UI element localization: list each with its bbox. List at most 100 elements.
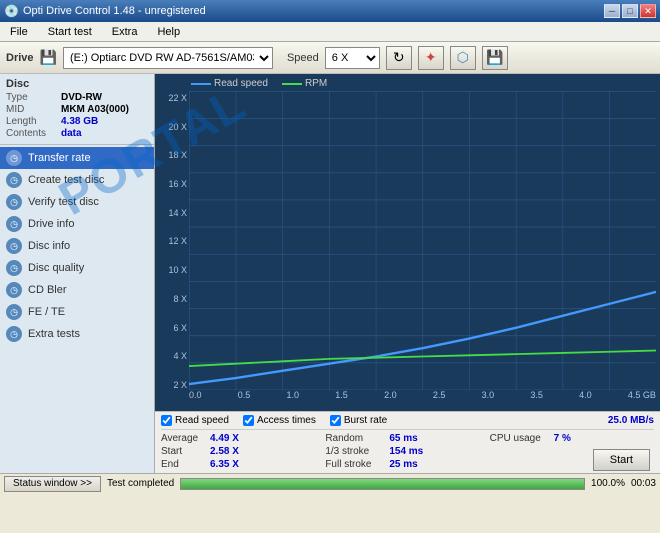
cb-read-speed-input[interactable] xyxy=(161,415,172,426)
x-axis: 0.0 0.5 1.0 1.5 2.0 2.5 3.0 3.5 4.0 4.5 … xyxy=(189,390,656,404)
x-label-40: 4.0 xyxy=(579,390,592,404)
y-label-16: 16 X xyxy=(168,179,187,189)
stats-area: Read speed Access times Burst rate 25.0 … xyxy=(155,411,660,473)
sidebar-item-drive-info[interactable]: ◷ Drive info xyxy=(0,213,154,235)
fe-te-label: FE / TE xyxy=(28,306,65,318)
disc-type-key: Type xyxy=(6,92,61,103)
speed-select[interactable]: 6 X xyxy=(325,47,380,69)
drive-label: Drive xyxy=(6,52,34,64)
status-bar: Status window >> Test completed 100.0% 0… xyxy=(0,473,660,493)
stat-13stroke: 1/3 stroke 154 ms xyxy=(325,445,489,458)
sidebar-item-disc-quality[interactable]: ◷ Disc quality xyxy=(0,257,154,279)
disc-info-panel: Disc Type DVD-RW MID MKM A03(000) Length… xyxy=(0,74,154,145)
create-test-disc-label: Create test disc xyxy=(28,174,104,186)
status-text: Test completed xyxy=(107,478,174,489)
x-label-30: 3.0 xyxy=(482,390,495,404)
disc-type-row: Type DVD-RW xyxy=(6,92,148,103)
progress-bar xyxy=(180,478,585,490)
window-controls: ─ □ ✕ xyxy=(604,4,656,18)
cb-access-times-input[interactable] xyxy=(243,415,254,426)
progress-pct: 100.0% xyxy=(591,478,625,489)
sidebar-nav: ◷ Transfer rate ◷ Create test disc ◷ Ver… xyxy=(0,145,154,347)
y-label-6: 6 X xyxy=(173,323,187,333)
stat-end: End 6.35 X xyxy=(161,458,325,471)
sidebar-item-verify-test-disc[interactable]: ◷ Verify test disc xyxy=(0,191,154,213)
y-label-2: 2 X xyxy=(173,380,187,390)
disc-type-val: DVD-RW xyxy=(61,92,102,103)
legend-rpm: RPM xyxy=(282,78,327,89)
disc-contents-val: data xyxy=(61,128,82,139)
y-label-10: 10 X xyxy=(168,265,187,275)
disc-info-label: Disc info xyxy=(28,240,70,252)
start-button[interactable]: Start xyxy=(593,449,650,471)
stat-average: Average 4.49 X xyxy=(161,432,325,445)
title-text: Opti Drive Control 1.48 - unregistered xyxy=(23,5,206,17)
y-label-22: 22 X xyxy=(168,93,187,103)
app-icon: 💿 xyxy=(4,4,19,18)
close-button[interactable]: ✕ xyxy=(640,4,656,18)
disc-length-row: Length 4.38 GB xyxy=(6,116,148,127)
legend-read-color xyxy=(191,83,211,85)
sidebar-item-create-test-disc[interactable]: ◷ Create test disc xyxy=(0,169,154,191)
legend-rpm-label: RPM xyxy=(305,78,327,89)
sidebar-item-cd-bler[interactable]: ◷ CD Bler xyxy=(0,279,154,301)
checkboxes-row: Read speed Access times Burst rate 25.0 … xyxy=(161,415,654,430)
stats-rows: Average 4.49 X Start 2.58 X End 6.35 X xyxy=(161,430,654,471)
verify-test-disc-label: Verify test disc xyxy=(28,196,99,208)
refresh-button[interactable]: ↻ xyxy=(386,46,412,70)
y-label-14: 14 X xyxy=(168,208,187,218)
cb-burst-rate-input[interactable] xyxy=(330,415,341,426)
elapsed-time: 00:03 xyxy=(631,478,656,489)
chart-legend: Read speed RPM xyxy=(159,78,656,89)
burn-button[interactable]: ⬡ xyxy=(450,46,476,70)
x-label-35: 3.5 xyxy=(530,390,543,404)
sidebar-item-extra-tests[interactable]: ◷ Extra tests xyxy=(0,323,154,345)
maximize-button[interactable]: □ xyxy=(622,4,638,18)
menu-bar: File Start test Extra Help xyxy=(0,22,660,42)
sidebar: Disc Type DVD-RW MID MKM A03(000) Length… xyxy=(0,74,155,473)
transfer-rate-icon: ◷ xyxy=(6,150,22,166)
stats-col-2: Random 65 ms 1/3 stroke 154 ms Full stro… xyxy=(325,432,489,471)
cb-read-speed[interactable]: Read speed xyxy=(161,415,229,426)
x-label-20: 2.0 xyxy=(384,390,397,404)
disc-info-icon: ◷ xyxy=(6,238,22,254)
menu-start-test[interactable]: Start test xyxy=(42,25,98,39)
menu-extra[interactable]: Extra xyxy=(106,25,144,39)
sidebar-item-transfer-rate[interactable]: ◷ Transfer rate xyxy=(0,147,154,169)
disc-quality-icon: ◷ xyxy=(6,260,22,276)
y-axis: 22 X 20 X 18 X 16 X 14 X 12 X 10 X 8 X 6… xyxy=(159,91,189,404)
sidebar-item-fe-te[interactable]: ◷ FE / TE xyxy=(0,301,154,323)
sidebar-item-disc-info[interactable]: ◷ Disc info xyxy=(0,235,154,257)
legend-read-label: Read speed xyxy=(214,78,268,89)
y-label-12: 12 X xyxy=(168,236,187,246)
stat-start: Start 2.58 X xyxy=(161,445,325,458)
chart-svg xyxy=(189,91,656,390)
erase-button[interactable]: ✦ xyxy=(418,46,444,70)
disc-mid-val: MKM A03(000) xyxy=(61,104,129,115)
legend-read-speed: Read speed xyxy=(191,78,268,89)
stat-random: Random 65 ms xyxy=(325,432,489,445)
x-label-05: 0.5 xyxy=(238,390,251,404)
stats-col-1: Average 4.49 X Start 2.58 X End 6.35 X xyxy=(161,432,325,471)
y-label-4: 4 X xyxy=(173,351,187,361)
cd-bler-icon: ◷ xyxy=(6,282,22,298)
save-button[interactable]: 💾 xyxy=(482,46,508,70)
x-label-10: 1.0 xyxy=(287,390,300,404)
minimize-button[interactable]: ─ xyxy=(604,4,620,18)
stats-col-3: CPU usage 7 % Start xyxy=(490,432,654,471)
disc-mid-key: MID xyxy=(6,104,61,115)
cb-burst-rate[interactable]: Burst rate xyxy=(330,415,387,426)
legend-rpm-color xyxy=(282,83,302,85)
menu-help[interactable]: Help xyxy=(151,25,186,39)
cb-access-times[interactable]: Access times xyxy=(243,415,316,426)
disc-mid-row: MID MKM A03(000) xyxy=(6,104,148,115)
cd-bler-label: CD Bler xyxy=(28,284,67,296)
status-window-button[interactable]: Status window >> xyxy=(4,476,101,492)
extra-tests-label: Extra tests xyxy=(28,328,80,340)
menu-file[interactable]: File xyxy=(4,25,34,39)
transfer-rate-label: Transfer rate xyxy=(28,152,91,164)
drive-info-icon: ◷ xyxy=(6,216,22,232)
speed-label: Speed xyxy=(287,52,319,64)
x-label-45: 4.5 GB xyxy=(628,390,656,404)
drive-select[interactable]: (E:) Optiarc DVD RW AD-7561S/AM03 xyxy=(63,47,273,69)
